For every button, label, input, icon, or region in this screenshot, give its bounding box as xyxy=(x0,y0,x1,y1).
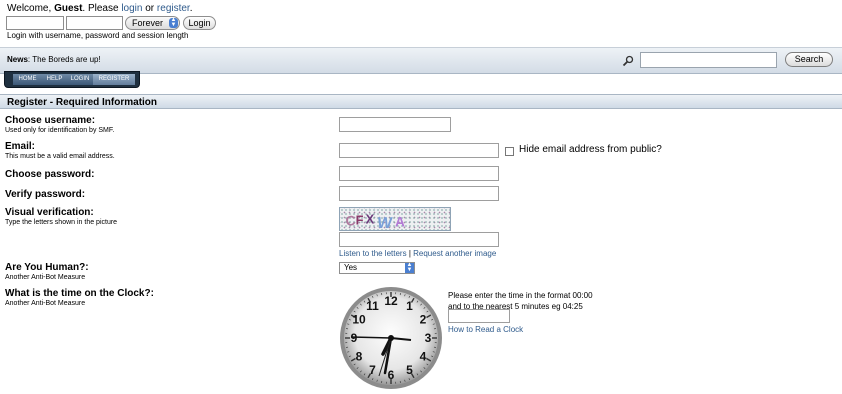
username-login-input[interactable] xyxy=(6,16,64,30)
clock-numeral: 4 xyxy=(420,350,427,364)
read-clock-link[interactable]: How to Read a Clock xyxy=(448,325,523,334)
login-button[interactable]: Login xyxy=(183,16,216,30)
session-length-value: Forever xyxy=(132,18,164,28)
news-label: News xyxy=(7,55,28,64)
tab-register[interactable]: REGISTER xyxy=(93,74,135,85)
guest-name: Guest xyxy=(54,3,83,14)
welcome-text: Welcome, Guest. Please login or register… xyxy=(7,3,193,14)
clock-numeral: 8 xyxy=(356,350,363,364)
verify-password-label: Verify password: xyxy=(5,189,86,200)
human-label: Are You Human?: xyxy=(5,262,89,273)
main-menu: HOME HELP LOGIN REGISTER xyxy=(4,71,140,88)
captcha-hint: Type the letters shown in the picture xyxy=(5,219,118,226)
hide-email-label: Hide email address from public? xyxy=(519,144,662,155)
human-select-value: Yes xyxy=(344,263,358,272)
tab-home[interactable]: HOME xyxy=(13,74,42,85)
select-arrows-icon: ▲ ▼ xyxy=(169,17,178,28)
search-button[interactable]: Search xyxy=(785,52,833,67)
clock-numeral: 12 xyxy=(384,294,398,308)
email-field[interactable] xyxy=(339,143,499,158)
captcha-letter: C xyxy=(345,213,356,229)
please-text: . Please xyxy=(82,3,122,14)
captcha-image: C F X W A xyxy=(339,207,451,231)
or-text: or xyxy=(142,3,157,14)
password-field[interactable] xyxy=(339,166,499,181)
request-image-link[interactable]: Request another image xyxy=(413,249,496,258)
clock-numeral: 7 xyxy=(369,363,376,377)
clock-numeral: 9 xyxy=(351,331,358,345)
news-text: News: The Boreds are up! xyxy=(7,55,101,64)
clock-numeral: 3 xyxy=(425,331,432,345)
clock-time-input[interactable] xyxy=(448,309,510,323)
select-arrows-icon: ▲ ▼ xyxy=(405,262,414,273)
clock-image: 12 12 3 45678 9 1011 xyxy=(340,287,442,389)
clock-numeral: 10 xyxy=(352,313,366,327)
session-length-select[interactable]: Forever ▲ ▼ xyxy=(125,16,180,30)
clock-hint: Another Anti-Bot Measure xyxy=(5,300,86,307)
username-hint: Used only for identification by SMF. xyxy=(5,127,115,134)
captcha-letter: A xyxy=(395,214,405,229)
clock-numeral: 11 xyxy=(366,299,379,313)
period-text: . xyxy=(189,3,193,14)
captcha-input[interactable] xyxy=(339,232,499,247)
tab-login[interactable]: LOGIN xyxy=(67,74,93,85)
clock-numeral: 1 xyxy=(406,299,413,313)
human-select[interactable]: Yes ▲ ▼ xyxy=(339,262,415,274)
search-input[interactable] xyxy=(640,52,777,68)
news-content: : The Boreds are up! xyxy=(27,55,101,64)
clock-numeral: 6 xyxy=(388,368,395,382)
email-hint: This must be a valid email address. xyxy=(5,153,115,160)
section-title: Register - Required Information xyxy=(0,94,842,109)
login-link[interactable]: login xyxy=(121,3,142,14)
email-label: Email: xyxy=(5,141,36,152)
captcha-label: Visual verification: xyxy=(5,207,94,218)
search-icon[interactable] xyxy=(622,55,634,67)
clock-label: What is the time on the Clock?: xyxy=(5,288,154,299)
password-login-input[interactable] xyxy=(66,16,123,30)
register-link[interactable]: register xyxy=(157,3,190,14)
captcha-letter: F xyxy=(356,213,364,228)
captcha-letter: X xyxy=(366,212,375,227)
hide-email-checkbox[interactable] xyxy=(505,147,514,156)
captcha-links: Listen to the letters | Request another … xyxy=(339,249,496,258)
password-label: Choose password: xyxy=(5,169,95,180)
login-hint: Login with username, password and sessio… xyxy=(7,31,189,40)
username-input[interactable] xyxy=(339,117,451,132)
clock-instruction-line-1: Please enter the time in the format 00:0… xyxy=(448,291,593,300)
clock-numeral: 5 xyxy=(406,363,413,377)
welcome-prefix: Welcome, xyxy=(7,3,55,14)
username-label: Choose username: xyxy=(5,115,96,126)
listen-letters-link[interactable]: Listen to the letters xyxy=(339,249,407,258)
clock-numeral: 2 xyxy=(420,313,427,327)
captcha-letter: W xyxy=(376,215,393,231)
tab-help[interactable]: HELP xyxy=(42,74,67,85)
verify-password-field[interactable] xyxy=(339,186,499,201)
human-hint: Another Anti-Bot Measure xyxy=(5,274,86,281)
